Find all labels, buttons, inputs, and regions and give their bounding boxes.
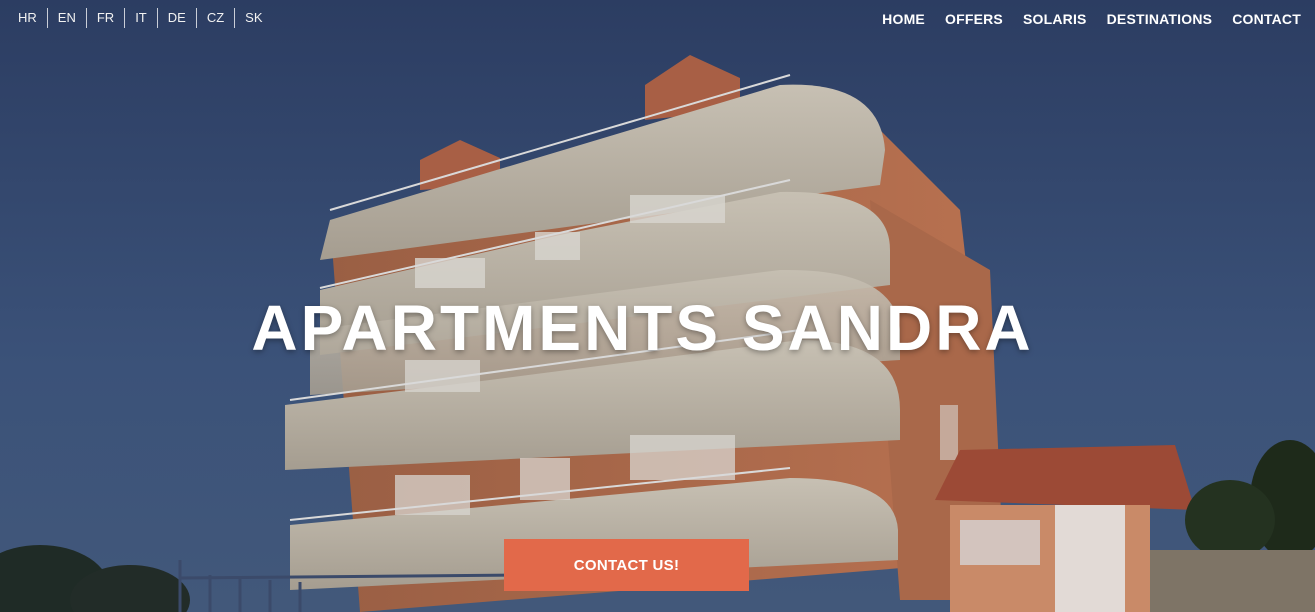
nav-home[interactable]: HOME (872, 9, 935, 29)
nav-solaris[interactable]: SOLARIS (1013, 9, 1097, 29)
lang-it-link[interactable]: IT (124, 8, 157, 28)
lang-hr-link[interactable]: HR (8, 8, 47, 28)
lang-de-link[interactable]: DE (156, 8, 196, 28)
language-switcher: HR EN FR IT DE CZ SK (8, 8, 273, 28)
lang-cz-link[interactable]: CZ (195, 8, 234, 28)
lang-fr-link[interactable]: FR (85, 8, 124, 28)
nav-destinations[interactable]: DESTINATIONS (1097, 9, 1223, 29)
lang-sk-link[interactable]: SK (234, 8, 272, 28)
page-title: APARTMENTS SANDRA (251, 292, 1034, 364)
nav-offers[interactable]: OFFERS (935, 9, 1013, 29)
lang-en-link[interactable]: EN (46, 8, 86, 28)
main-navigation: HOME OFFERS SOLARIS DESTINATIONS CONTACT (872, 9, 1311, 29)
contact-us-button[interactable]: CONTACT US! (504, 539, 749, 591)
hero-section: HR EN FR IT DE CZ SK HOME OFFERS SOLARIS… (0, 0, 1315, 612)
nav-contact[interactable]: CONTACT (1222, 9, 1311, 29)
